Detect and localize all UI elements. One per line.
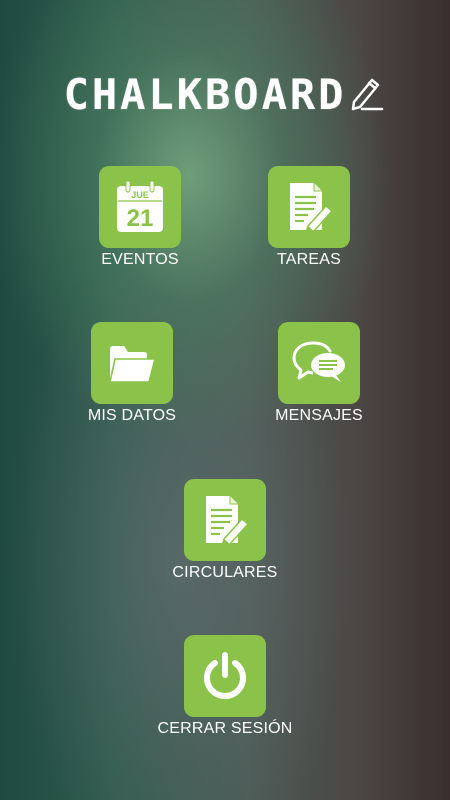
cerrar-sesion-label: CERRAR SESIÓN — [157, 720, 293, 737]
power-icon — [204, 652, 246, 699]
app-title: CHALKBOARD — [63, 70, 347, 119]
menu-item-circulares[interactable]: CIRCULARES — [145, 479, 305, 582]
menu-item-mis-datos[interactable]: MIS DATOS — [52, 322, 212, 425]
mis-datos-label: MIS DATOS — [87, 407, 177, 424]
eventos-button[interactable]: JUE 21 — [99, 166, 181, 248]
menu-item-cerrar-sesion[interactable]: CERRAR SESIÓN — [145, 635, 305, 738]
app-logo: CHALKBOARD — [0, 70, 450, 126]
menu-item-eventos[interactable]: JUE 21 EVENTOS — [60, 166, 220, 269]
menu-item-tareas[interactable]: TAREAS — [229, 166, 389, 269]
cerrar-sesion-button[interactable] — [184, 635, 266, 717]
mensajes-label: MENSAJES — [275, 407, 363, 424]
mis-datos-button[interactable] — [91, 322, 173, 404]
document-edit-icon — [206, 496, 250, 547]
chat-bubbles-icon — [292, 341, 345, 382]
mensajes-button[interactable] — [278, 322, 360, 404]
circulares-label: CIRCULARES — [172, 564, 278, 581]
tareas-label: TAREAS — [276, 251, 342, 268]
menu-item-mensajes[interactable]: MENSAJES — [239, 322, 399, 425]
calendar-icon: JUE 21 — [117, 180, 163, 232]
calendar-month: JUE — [131, 190, 149, 200]
eventos-label: EVENTOS — [101, 251, 179, 268]
folder-icon — [109, 346, 157, 383]
calendar-day: 21 — [127, 205, 154, 232]
circulares-button[interactable] — [184, 479, 266, 561]
pencil-icon — [348, 72, 386, 117]
document-edit-icon — [290, 183, 334, 234]
tareas-button[interactable] — [268, 166, 350, 248]
